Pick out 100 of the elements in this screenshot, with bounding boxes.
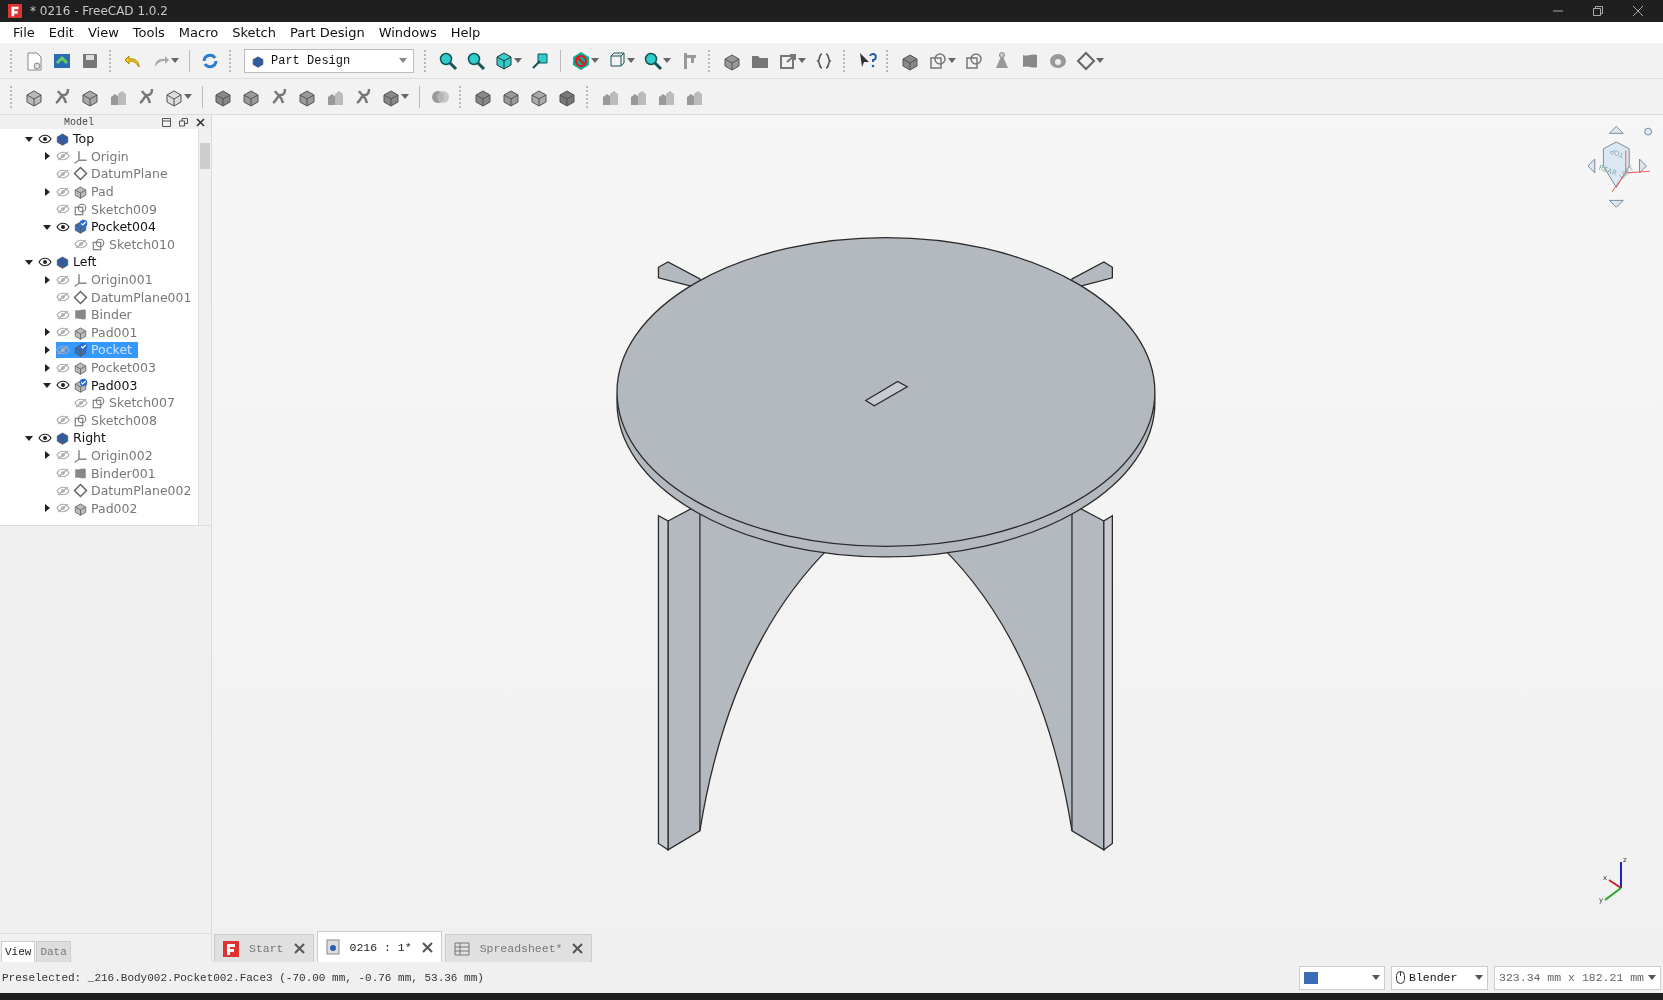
- tree-item[interactable]: Pocket003: [56, 359, 162, 376]
- collapse-arrow-icon[interactable]: [25, 433, 33, 442]
- zoom-selection-icon[interactable]: [466, 50, 486, 71]
- body-icon: [55, 430, 70, 446]
- zoom-icon[interactable]: [643, 50, 663, 71]
- expand-arrow-icon[interactable]: [43, 328, 51, 337]
- tree-item[interactable]: Pad001: [56, 324, 144, 341]
- tree-item[interactable]: Origin002: [56, 447, 159, 464]
- eye-icon[interactable]: [56, 380, 70, 391]
- tree-item[interactable]: Pad: [56, 183, 120, 200]
- expand-arrow-icon[interactable]: [43, 187, 51, 196]
- close-icon[interactable]: [196, 117, 205, 127]
- expand-arrow-icon[interactable]: [43, 152, 51, 161]
- cube-view-icon[interactable]: [494, 50, 514, 71]
- eye-icon[interactable]: [56, 221, 70, 232]
- caret-icon[interactable]: [1648, 975, 1656, 980]
- tree-item[interactable]: Origin: [56, 148, 135, 165]
- expand-arrow-icon[interactable]: [43, 451, 51, 460]
- block-icon: [73, 342, 88, 358]
- collapse-arrow-icon[interactable]: [25, 134, 33, 143]
- sketch-icon[interactable]: [928, 50, 948, 71]
- caret-icon[interactable]: [1096, 58, 1104, 63]
- tree-item[interactable]: Binder001: [56, 465, 162, 482]
- tree-item[interactable]: Top: [38, 130, 101, 147]
- restore-icon[interactable]: [1593, 6, 1603, 16]
- eye-icon[interactable]: [38, 256, 52, 267]
- tree-item[interactable]: Origin001: [56, 271, 159, 288]
- navigation-style-dropdown[interactable]: Blender: [1391, 965, 1489, 990]
- tree-item[interactable]: Sketch007: [74, 394, 181, 411]
- block-icon: [73, 324, 88, 340]
- eye-icon[interactable]: [38, 432, 52, 443]
- mouse-icon: [1396, 971, 1406, 984]
- close-icon[interactable]: [421, 941, 433, 953]
- block-icon: [73, 184, 88, 200]
- tree-item[interactable]: Pad003: [56, 377, 144, 394]
- caret-icon[interactable]: [1475, 975, 1484, 980]
- expand-arrow-icon[interactable]: [43, 275, 51, 284]
- status-message: Preselected: _216.Body002.Pocket002.Face3 (-70.00 mm, -0.76 mm, 53.36 mm): [2, 971, 485, 984]
- caret-icon[interactable]: [591, 58, 599, 63]
- braces-icon[interactable]: [814, 50, 834, 71]
- expand-arrow-icon[interactable]: [43, 504, 51, 513]
- axes-icon: [73, 148, 88, 164]
- float-panel-icon[interactable]: [179, 117, 188, 127]
- tree-item[interactable]: Pocket004: [56, 218, 162, 235]
- draw-style-dropdown[interactable]: [1299, 965, 1386, 990]
- expand-arrow-icon[interactable]: [43, 363, 51, 372]
- draw-style-icon[interactable]: [571, 50, 591, 71]
- workbench-dropdown[interactable]: Part Design: [244, 48, 414, 73]
- menu-item[interactable]: Part Design: [283, 25, 372, 40]
- tree-item[interactable]: Sketch010: [74, 236, 181, 253]
- caret-icon[interactable]: [401, 94, 409, 99]
- caret-icon[interactable]: [399, 58, 407, 63]
- tree-item[interactable]: DatumPlane: [56, 166, 174, 182]
- menu-item[interactable]: Help: [443, 25, 488, 40]
- validate-sketch-icon[interactable]: [964, 50, 984, 71]
- close-icon[interactable]: [572, 943, 584, 954]
- menu-item[interactable]: Macro: [171, 25, 226, 40]
- panel-menu-icon[interactable]: [162, 117, 171, 127]
- tree-item[interactable]: DatumPlane002: [56, 482, 198, 499]
- menu-item[interactable]: Edit: [41, 25, 81, 40]
- document-tab[interactable]: Start: [214, 934, 314, 962]
- diamond-icon: [73, 483, 88, 499]
- caret-icon[interactable]: [798, 58, 806, 63]
- caret-icon[interactable]: [184, 94, 192, 99]
- menu-item[interactable]: View: [80, 25, 126, 40]
- panel-tab[interactable]: View: [1, 941, 36, 962]
- tree-item[interactable]: Sketch008: [56, 412, 163, 429]
- collapse-arrow-icon[interactable]: [25, 257, 33, 266]
- expand-arrow-icon[interactable]: [43, 345, 51, 354]
- collapse-arrow-icon[interactable]: [43, 381, 51, 390]
- orbit-button-icon[interactable]: [1644, 127, 1652, 136]
- eye-icon[interactable]: [38, 133, 52, 144]
- scrollbar[interactable]: [198, 129, 211, 525]
- caret-icon[interactable]: [171, 58, 179, 63]
- tree-item[interactable]: Left: [38, 253, 103, 270]
- caret-icon[interactable]: [627, 58, 635, 63]
- document-tab[interactable]: Spreadsheet*: [444, 934, 593, 962]
- menu-item[interactable]: Sketch: [225, 25, 283, 40]
- new-document-icon[interactable]: [24, 50, 44, 71]
- datum-plane-icon[interactable]: [1076, 50, 1096, 71]
- collapse-arrow-icon[interactable]: [43, 222, 51, 231]
- menu-item[interactable]: File: [6, 25, 42, 40]
- menu-item[interactable]: Tools: [125, 25, 172, 40]
- menu-item[interactable]: Windows: [371, 25, 444, 40]
- close-icon[interactable]: [293, 943, 305, 954]
- tree-item[interactable]: Sketch009: [56, 201, 163, 218]
- dimensions-dropdown[interactable]: 323.34 mm x 182.21 mm: [1494, 965, 1661, 990]
- arrow-box-icon[interactable]: [530, 50, 550, 71]
- tree-item[interactable]: DatumPlane001: [56, 289, 198, 306]
- document-tab[interactable]: 0216 : 1*: [316, 931, 442, 962]
- tree-item[interactable]: Binder: [56, 306, 138, 323]
- tree-item[interactable]: Right: [38, 429, 112, 446]
- close-icon[interactable]: [1633, 6, 1643, 16]
- zoom-fit-icon[interactable]: [438, 50, 458, 71]
- caret-icon[interactable]: [663, 58, 671, 63]
- caret-icon[interactable]: [1372, 975, 1381, 980]
- panel-tab[interactable]: Data: [36, 941, 71, 962]
- caret-icon[interactable]: [948, 58, 956, 63]
- tree-item[interactable]: Pad002: [56, 500, 144, 517]
- caret-icon[interactable]: [514, 58, 522, 63]
